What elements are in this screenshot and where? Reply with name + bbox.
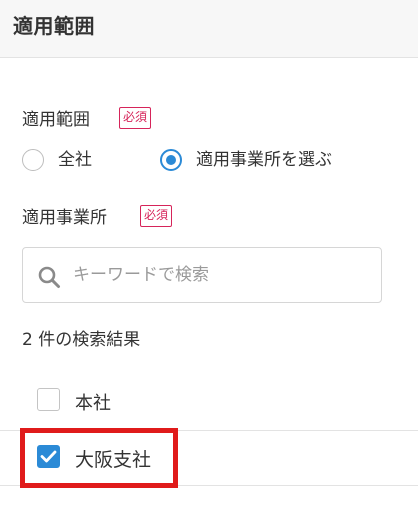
check-icon: [40, 450, 57, 463]
result-item-osaka[interactable]: 大阪支社: [0, 431, 418, 486]
search-icon: [38, 266, 60, 288]
radio-option-company-wide[interactable]: 全社: [22, 147, 92, 173]
panel-title: 適用範囲: [13, 14, 95, 38]
results-count: 2 件の検索結果: [22, 330, 141, 350]
result-item-label: 大阪支社: [75, 449, 152, 471]
radio-select-offices-label: 適用事業所を選ぶ: [196, 150, 332, 170]
scope-required-badge: 必須: [119, 107, 152, 129]
checkbox-honsha[interactable]: [37, 388, 60, 411]
panel-header: 適用範囲: [0, 0, 418, 58]
radio-select-offices[interactable]: [160, 149, 182, 171]
office-field-label: 適用事業所: [22, 208, 107, 228]
radio-company-wide-label: 全社: [58, 150, 92, 170]
office-required-badge: 必須: [140, 205, 173, 227]
radio-company-wide[interactable]: [22, 149, 44, 171]
search-input[interactable]: [73, 256, 373, 294]
radio-option-select-offices[interactable]: 適用事業所を選ぶ: [160, 147, 332, 173]
search-box[interactable]: [22, 247, 382, 303]
scope-field-label: 適用範囲: [22, 110, 90, 130]
result-item-label: 本社: [75, 393, 111, 414]
checkbox-osaka[interactable]: [37, 445, 60, 468]
result-item-honsha[interactable]: 本社: [0, 378, 418, 431]
